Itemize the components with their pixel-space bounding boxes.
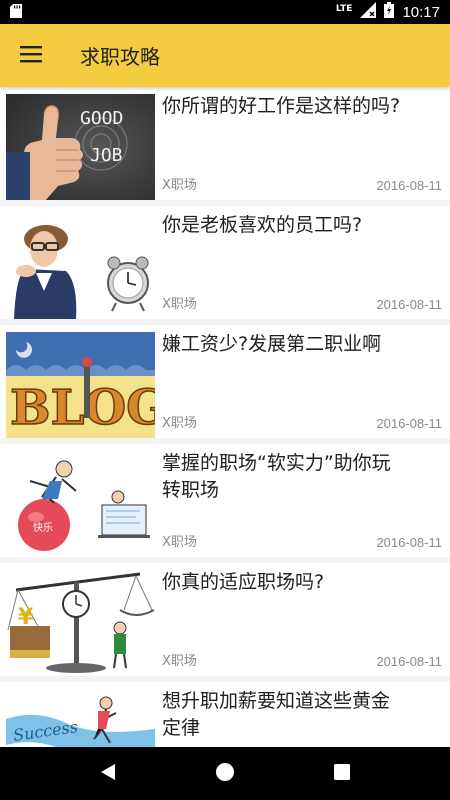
system-navigation-bar: [0, 747, 450, 800]
article-thumbnail-success: Success: [6, 689, 155, 747]
article-item[interactable]: 快乐 掌握的职场“软实力”助你玩转职场 X职场 2016-08-11: [0, 444, 450, 557]
back-triangle-icon: [99, 762, 117, 786]
job-text: JOB: [90, 145, 123, 166]
article-thumbnail-soft-skills: 快乐: [6, 451, 155, 557]
article-title[interactable]: 你所谓的好工作是这样的吗?: [162, 93, 402, 120]
sd-card-icon: [10, 3, 22, 22]
article-title[interactable]: 你真的适应职场吗?: [162, 569, 402, 596]
article-source: X职场: [162, 535, 197, 550]
article-item[interactable]: GOOD JOB 你所谓的好工作是这样的吗? X职场 2016-08-11: [0, 87, 450, 200]
article-item[interactable]: Success 想升职加薪要知道这些黄金定律: [0, 682, 450, 747]
good-text: GOOD: [80, 108, 123, 129]
article-thumbnail-scale: ¥: [6, 570, 155, 676]
article-thumbnail-blog: BLOG: [6, 332, 155, 438]
app-bar: 求职攻略: [0, 24, 450, 87]
hamburger-menu-icon: [20, 45, 42, 67]
back-button[interactable]: [83, 749, 133, 799]
svg-text:¥: ¥: [18, 605, 34, 630]
article-source: X职场: [162, 416, 197, 431]
article-thumbnail-boss: [6, 213, 155, 319]
status-bar: LTE 10:17: [0, 0, 450, 24]
article-source: X职场: [162, 178, 197, 193]
article-date: 2016-08-11: [376, 416, 442, 431]
article-title[interactable]: 嫌工资少?发展第二职业啊: [162, 331, 402, 358]
menu-button[interactable]: [0, 24, 62, 87]
home-button[interactable]: [200, 749, 250, 799]
recents-square-icon: [333, 763, 351, 785]
article-source: X职场: [162, 654, 197, 669]
ball-label: 快乐: [33, 522, 53, 534]
network-type: LTE: [335, 4, 353, 14]
article-item[interactable]: ¥ 你真的适应职场吗? X职场 2016-08-11: [0, 563, 450, 676]
article-title[interactable]: 想升职加薪要知道这些黄金定律: [162, 688, 402, 742]
article-title[interactable]: 掌握的职场“软实力”助你玩转职场: [162, 450, 402, 504]
clock: 10:17: [402, 3, 440, 21]
article-source: X职场: [162, 297, 197, 312]
article-date: 2016-08-11: [376, 535, 442, 550]
signal-icon: [360, 2, 377, 22]
blog-text: BLOG: [10, 380, 155, 436]
article-title[interactable]: 你是老板喜欢的员工吗?: [162, 212, 402, 239]
article-item[interactable]: BLOG 嫌工资少?发展第二职业啊 X职场 2016-08-11: [0, 325, 450, 438]
battery-charging-icon: [384, 2, 395, 22]
article-date: 2016-08-11: [376, 178, 442, 193]
article-thumbnail-good-job: GOOD JOB: [6, 94, 155, 200]
home-circle-icon: [215, 762, 235, 786]
article-date: 2016-08-11: [376, 297, 442, 312]
recents-button[interactable]: [317, 749, 367, 799]
page-title: 求职攻略: [80, 45, 160, 69]
article-list[interactable]: GOOD JOB 你所谓的好工作是这样的吗? X职场 2016-08-11 你是…: [0, 87, 450, 747]
article-item[interactable]: 你是老板喜欢的员工吗? X职场 2016-08-11: [0, 206, 450, 319]
article-date: 2016-08-11: [376, 654, 442, 669]
